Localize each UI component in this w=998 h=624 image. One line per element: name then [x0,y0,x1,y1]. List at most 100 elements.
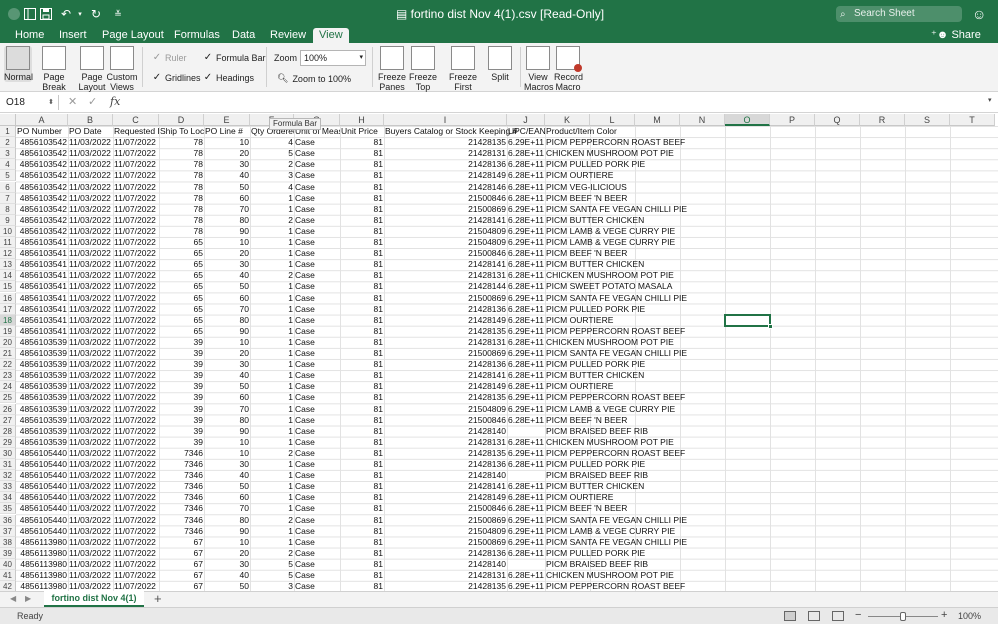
data-cell[interactable]: Case [294,137,340,148]
data-cell[interactable]: 11/03/2022 [68,182,113,193]
sheet-tab[interactable]: fortino dist Nov 4(1) [44,591,144,607]
data-cell[interactable]: 81 [340,448,384,459]
data-cell[interactable]: 67 [159,537,204,548]
data-cell[interactable]: PICM PULLED PORK PIE [545,159,645,170]
data-cell[interactable]: 11/07/2022 [113,348,159,359]
cancel-icon[interactable]: ✕ [68,95,77,108]
data-cell[interactable]: 2 [250,548,294,559]
data-cell[interactable]: 2 [250,159,294,170]
data-cell[interactable]: Case [294,204,340,215]
data-cell[interactable]: 6.28E+11 [507,170,545,181]
data-cell[interactable]: 6.28E+11 [507,459,545,470]
data-cell[interactable]: 40 [204,570,250,581]
column-header-p[interactable]: P [770,114,815,126]
data-cell[interactable]: 1 [250,326,294,337]
row-header-28[interactable]: 28 [0,425,16,437]
data-cell[interactable]: Case [294,304,340,315]
data-cell[interactable]: 6.29E+11 [507,581,545,591]
data-cell[interactable]: 11/07/2022 [113,170,159,181]
data-cell[interactable]: 30 [204,459,250,470]
data-cell[interactable]: 11/07/2022 [113,281,159,292]
data-cell[interactable]: 11/03/2022 [68,392,113,403]
row-header-25[interactable]: 25 [0,392,16,404]
data-cell[interactable]: Case [294,159,340,170]
data-cell[interactable]: 6.29E+11 [507,326,545,337]
data-cell[interactable]: 11/03/2022 [68,326,113,337]
data-cell[interactable]: 11/07/2022 [113,426,159,437]
data-cell[interactable]: PICM PEPPERCORN ROAST BEEF [545,137,685,148]
data-cell[interactable]: 21428135 [384,448,507,459]
data-cell[interactable]: 11/07/2022 [113,437,159,448]
formula-input[interactable] [126,95,986,110]
data-cell[interactable]: 4856113980 [16,559,68,570]
scroll-left-icon[interactable]: ◀ [10,594,16,603]
data-cell[interactable]: 1 [250,226,294,237]
data-cell[interactable]: 11/03/2022 [68,503,113,514]
data-cell[interactable]: 6.29E+11 [507,392,545,403]
data-cell[interactable]: 4856103541 [16,259,68,270]
column-header-r[interactable]: R [860,114,905,126]
data-cell[interactable]: Case [294,248,340,259]
data-cell[interactable]: 81 [340,559,384,570]
data-cell[interactable]: 6.29E+11 [507,237,545,248]
data-cell[interactable]: 6.29E+11 [507,204,545,215]
page-layout-view-button[interactable]: Page Layout [78,46,106,92]
tab-review[interactable]: Review [266,28,310,43]
data-cell[interactable]: 4856103539 [16,392,68,403]
data-cell[interactable]: 78 [159,159,204,170]
data-cell[interactable]: PICM BUTTER CHICKEN [545,259,644,270]
data-cell[interactable]: 11/03/2022 [68,481,113,492]
row-header-13[interactable]: 13 [0,259,16,271]
data-cell[interactable]: Case [294,315,340,326]
data-cell[interactable]: PICM BRAISED BEEF RIB [545,426,648,437]
data-cell[interactable]: Case [294,492,340,503]
close-window-button[interactable] [8,8,20,20]
data-cell[interactable]: PICM OURTIERE [545,492,613,503]
row-header-10[interactable]: 10 [0,225,16,237]
data-cell[interactable]: 21428131 [384,148,507,159]
column-title-cell[interactable]: PO Line # [204,126,250,137]
data-cell[interactable]: 21500869 [384,537,507,548]
data-cell[interactable]: 11/07/2022 [113,259,159,270]
headings-checkbox[interactable]: ✓ Headings [203,73,254,84]
row-header-23[interactable]: 23 [0,370,16,382]
data-cell[interactable]: 6.28E+11 [507,337,545,348]
data-cell[interactable]: PICM PEPPERCORN ROAST BEEF [545,326,685,337]
row-header-17[interactable]: 17 [0,303,16,315]
column-title-cell[interactable]: Product/Item Color [545,126,617,137]
data-cell[interactable]: 81 [340,537,384,548]
column-header-j[interactable]: J [507,114,545,126]
data-cell[interactable]: 90 [204,226,250,237]
data-cell[interactable]: Case [294,293,340,304]
row-header-7[interactable]: 7 [0,192,16,204]
column-title-cell[interactable]: Ship To Locat [159,126,204,137]
data-cell[interactable]: 81 [340,281,384,292]
data-cell[interactable]: 11/03/2022 [68,337,113,348]
data-cell[interactable]: PICM BEEF 'N BEER [545,503,627,514]
data-cell[interactable]: 39 [159,370,204,381]
data-cell[interactable]: 1 [250,204,294,215]
data-cell[interactable]: 4856113980 [16,537,68,548]
data-cell[interactable]: Case [294,515,340,526]
data-cell[interactable]: 6.29E+11 [507,515,545,526]
data-cell[interactable]: 1 [250,237,294,248]
data-cell[interactable]: 11/07/2022 [113,526,159,537]
data-cell[interactable]: 21428135 [384,581,507,591]
data-cell[interactable]: Case [294,581,340,591]
data-cell[interactable]: 81 [340,182,384,193]
data-cell[interactable]: Case [294,281,340,292]
column-header-s[interactable]: S [905,114,950,126]
data-cell[interactable]: 4856103539 [16,437,68,448]
data-cell[interactable]: Case [294,481,340,492]
data-cell[interactable]: Case [294,182,340,193]
row-header-11[interactable]: 11 [0,237,16,248]
data-cell[interactable]: 1 [250,392,294,403]
row-header-21[interactable]: 21 [0,348,16,359]
column-header-e[interactable]: E [204,114,250,126]
data-cell[interactable]: CHICKEN MUSHROOM POT PIE [545,437,674,448]
data-cell[interactable]: 81 [340,415,384,426]
data-cell[interactable]: 4856103539 [16,381,68,392]
data-cell[interactable]: PICM VEG-ILICIOUS [545,182,627,193]
data-cell[interactable]: 21500869 [384,293,507,304]
data-cell[interactable]: 4856105440 [16,448,68,459]
